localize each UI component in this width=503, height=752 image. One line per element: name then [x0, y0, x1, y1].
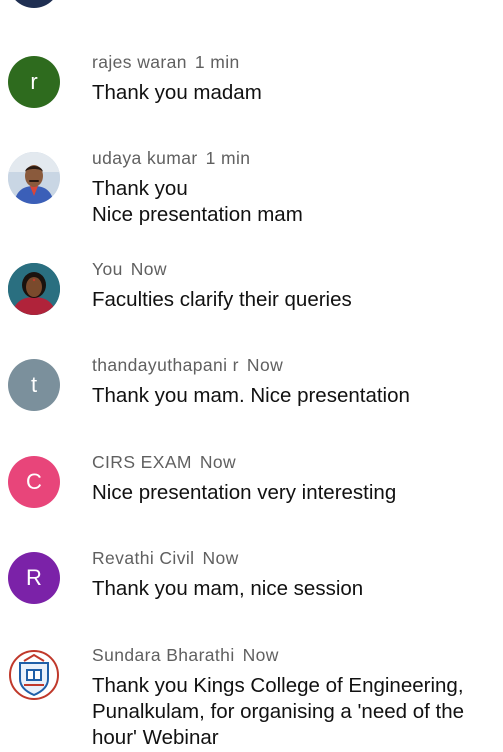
author-name: Sundara Bharathi [92, 645, 235, 665]
message-text: Nice presentation very interesting [92, 481, 397, 504]
message-meta: You Now [92, 259, 167, 280]
author-name: CIRS EXAM [92, 452, 192, 472]
message-text: Thank you Nice presentation mam [92, 177, 303, 226]
avatar-letter: t [30, 372, 38, 397]
author-name: rajes waran [92, 52, 187, 72]
message-text: Thank you Kings College of Engineering, … [92, 674, 465, 749]
message-text: Thank you mam. Nice presentation [92, 384, 410, 407]
message-time: 1 min [194, 52, 240, 72]
woman-photo-avatar [8, 263, 60, 315]
message-time: Now [199, 452, 237, 472]
avatar-letter: r [30, 69, 38, 94]
author-name: You [92, 259, 123, 279]
message-text: Faculties clarify their queries [92, 288, 352, 311]
college-crest-logo-icon [8, 649, 60, 701]
message-meta: Sundara Bharathi Now [92, 645, 279, 666]
message-time: Now [242, 645, 279, 665]
message-meta: Revathi Civil Now [92, 548, 239, 569]
message-time: 1 min [205, 148, 251, 168]
avatar-letter: C [26, 469, 42, 494]
avatar: R [8, 552, 60, 604]
author-name: udaya kumar [92, 148, 198, 168]
avatar-letter: R [26, 565, 42, 590]
message-meta: thandayuthapani r Now [92, 355, 283, 376]
author-name: thandayuthapani r [92, 355, 239, 375]
message-time: Now [130, 259, 167, 279]
previous-avatar-partial [8, 0, 60, 8]
author-name: Revathi Civil [92, 548, 195, 568]
avatar: r [8, 56, 60, 108]
message-meta: CIRS EXAM Now [92, 452, 236, 473]
message-text: Thank you madam [92, 81, 262, 104]
message-text: Thank you mam, nice session [92, 577, 364, 600]
message-meta: rajes waran 1 min [92, 52, 240, 73]
message-meta: udaya kumar 1 min [92, 148, 250, 169]
message-time: Now [202, 548, 239, 568]
avatar: t [8, 359, 60, 411]
avatar: C [8, 456, 60, 508]
man-photo-avatar [8, 152, 60, 204]
previous-message-partial [0, 0, 503, 10]
message-time: Now [246, 355, 284, 375]
